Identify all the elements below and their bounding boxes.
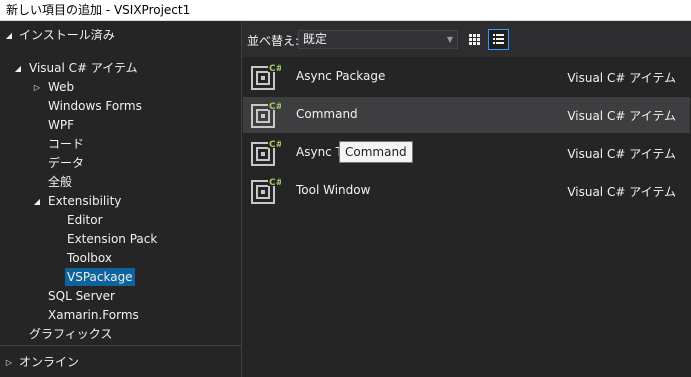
tree-item-label: Extensibility <box>48 194 122 208</box>
svg-text:C#: C# <box>269 178 281 188</box>
tree-item-label: 全般 <box>48 175 73 189</box>
tree-item-xamarin-forms[interactable]: Xamarin.Forms <box>0 306 241 325</box>
template-name: Async Package <box>296 69 386 83</box>
template-row-async-tool-window[interactable]: C# Async Tool Window Visual C# アイテム <box>243 135 690 171</box>
svg-text:C#: C# <box>269 140 281 150</box>
window-title-bar: 新しい項目の追加 - VSIXProject1 <box>0 0 691 21</box>
sort-dropdown-value: 既定 <box>303 32 328 46</box>
triangle-expanded-icon[interactable]: ◢ <box>13 59 23 78</box>
tree-item-label: SQL Server <box>48 289 115 303</box>
tree-item-label: Visual C# アイテム <box>29 61 138 75</box>
triangle-collapsed-icon[interactable]: ▷ <box>32 78 42 97</box>
tree-item-label: データ <box>48 156 85 170</box>
tree-item-label: Xamarin.Forms <box>48 308 139 322</box>
tree-item-sql-server[interactable]: SQL Server <box>0 287 241 306</box>
tree-item-editor[interactable]: Editor <box>0 211 241 230</box>
tree-item-label: Toolbox <box>67 251 112 265</box>
template-row-async-package[interactable]: C# Async Package Visual C# アイテム <box>243 59 690 95</box>
tree-item-label: WPF <box>48 118 75 132</box>
tree-item-toolbox[interactable]: Toolbox <box>0 249 241 268</box>
tree-item-label: Windows Forms <box>48 99 142 113</box>
tree-item-label: グラフィックス <box>29 327 113 341</box>
sort-dropdown[interactable]: 既定 ▼ <box>298 30 458 49</box>
chevron-down-icon: ▼ <box>446 35 453 44</box>
tree-item-label: コード <box>48 137 85 151</box>
tree-item-label: Extension Pack <box>67 232 158 246</box>
tree-divider <box>0 345 241 346</box>
tree-item-label: Editor <box>67 213 103 227</box>
list-view-icon <box>493 34 504 44</box>
template-type: Visual C# アイテム <box>567 109 676 123</box>
category-tree: ◢ インストール済み ◢ Visual C# アイテム ▷ Web Window… <box>0 21 241 377</box>
template-name: Command <box>296 107 358 121</box>
tree-item-extensibility[interactable]: ◢ Extensibility <box>0 192 241 211</box>
tree-item-web[interactable]: ▷ Web <box>0 78 241 97</box>
template-name: Tool Window <box>296 183 371 197</box>
triangle-expanded-icon[interactable]: ◢ <box>32 192 42 211</box>
tooltip-text: Command <box>345 145 407 159</box>
tree-item-installed[interactable]: ◢ インストール済み <box>0 26 241 45</box>
list-view-button[interactable] <box>488 29 509 50</box>
triangle-expanded-icon[interactable]: ◢ <box>4 26 14 45</box>
template-toolbar: 並べ替え: 既定 ▼ <box>242 21 691 57</box>
tree-item-graphics[interactable]: グラフィックス <box>0 325 241 344</box>
tree-item-label: オンライン <box>19 355 80 369</box>
template-row-tool-window[interactable]: C# Tool Window Visual C# アイテム <box>243 173 690 209</box>
tree-item-windows-forms[interactable]: Windows Forms <box>0 97 241 116</box>
tree-item-label: Web <box>48 80 75 94</box>
tree-item-general[interactable]: 全般 <box>0 173 241 192</box>
tree-item-vspackage[interactable]: VSPackage <box>0 268 241 287</box>
tree-item-extension-pack[interactable]: Extension Pack <box>0 230 241 249</box>
tree-item-wpf[interactable]: WPF <box>0 116 241 135</box>
tree-item-label-selected: VSPackage <box>65 268 135 286</box>
tree-item-online[interactable]: ▷ オンライン <box>0 353 241 372</box>
tree-item-data[interactable]: データ <box>0 154 241 173</box>
template-panel: 並べ替え: 既定 ▼ C Async Package Visual C# アイテ… <box>242 21 691 377</box>
csharp-item-template-icon: C# <box>251 176 281 204</box>
template-type: Visual C# アイテム <box>567 185 676 199</box>
template-list: C# Async Package Visual C# アイテム C# Comma… <box>242 57 691 377</box>
grid-view-button[interactable] <box>464 29 485 50</box>
svg-text:C#: C# <box>269 102 281 112</box>
svg-text:C#: C# <box>269 64 281 74</box>
template-row-command[interactable]: C# Command Visual C# アイテム <box>243 97 690 133</box>
grid-view-icon <box>469 34 480 45</box>
tree-item-visual-cs[interactable]: ◢ Visual C# アイテム <box>0 59 241 78</box>
tooltip: Command <box>339 141 413 163</box>
csharp-item-template-icon: C# <box>251 62 281 90</box>
template-type: Visual C# アイテム <box>567 147 676 161</box>
tree-item-code[interactable]: コード <box>0 135 241 154</box>
template-type: Visual C# アイテム <box>567 71 676 85</box>
sort-label: 並べ替え: <box>247 34 300 48</box>
window-title: 新しい項目の追加 - VSIXProject1 <box>6 3 191 17</box>
csharp-item-template-icon: C# <box>251 138 281 166</box>
triangle-collapsed-icon[interactable]: ▷ <box>4 353 14 372</box>
tree-item-label: インストール済み <box>19 28 115 42</box>
csharp-item-template-icon: C# <box>251 100 281 128</box>
